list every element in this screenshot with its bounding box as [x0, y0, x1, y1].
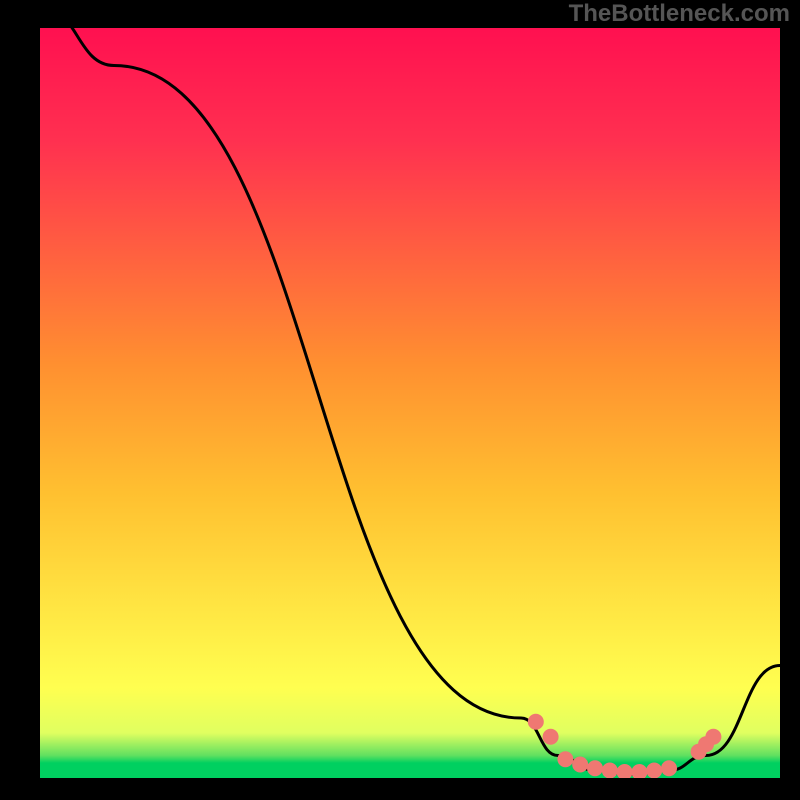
- chart-container: TheBottleneck.com: [0, 0, 800, 800]
- data-point: [528, 714, 544, 730]
- curve-svg: [40, 28, 780, 778]
- data-point: [572, 757, 588, 773]
- data-point: [617, 764, 633, 778]
- data-point: [602, 763, 618, 779]
- bottleneck-curve: [40, 28, 780, 774]
- watermark-text: TheBottleneck.com: [569, 0, 790, 28]
- data-point: [543, 729, 559, 745]
- data-points: [528, 714, 722, 778]
- data-point: [705, 729, 721, 745]
- data-point: [646, 763, 662, 779]
- data-point: [661, 760, 677, 776]
- data-point: [557, 751, 573, 767]
- plot-area: [40, 28, 780, 778]
- data-point: [631, 764, 647, 778]
- data-point: [587, 760, 603, 776]
